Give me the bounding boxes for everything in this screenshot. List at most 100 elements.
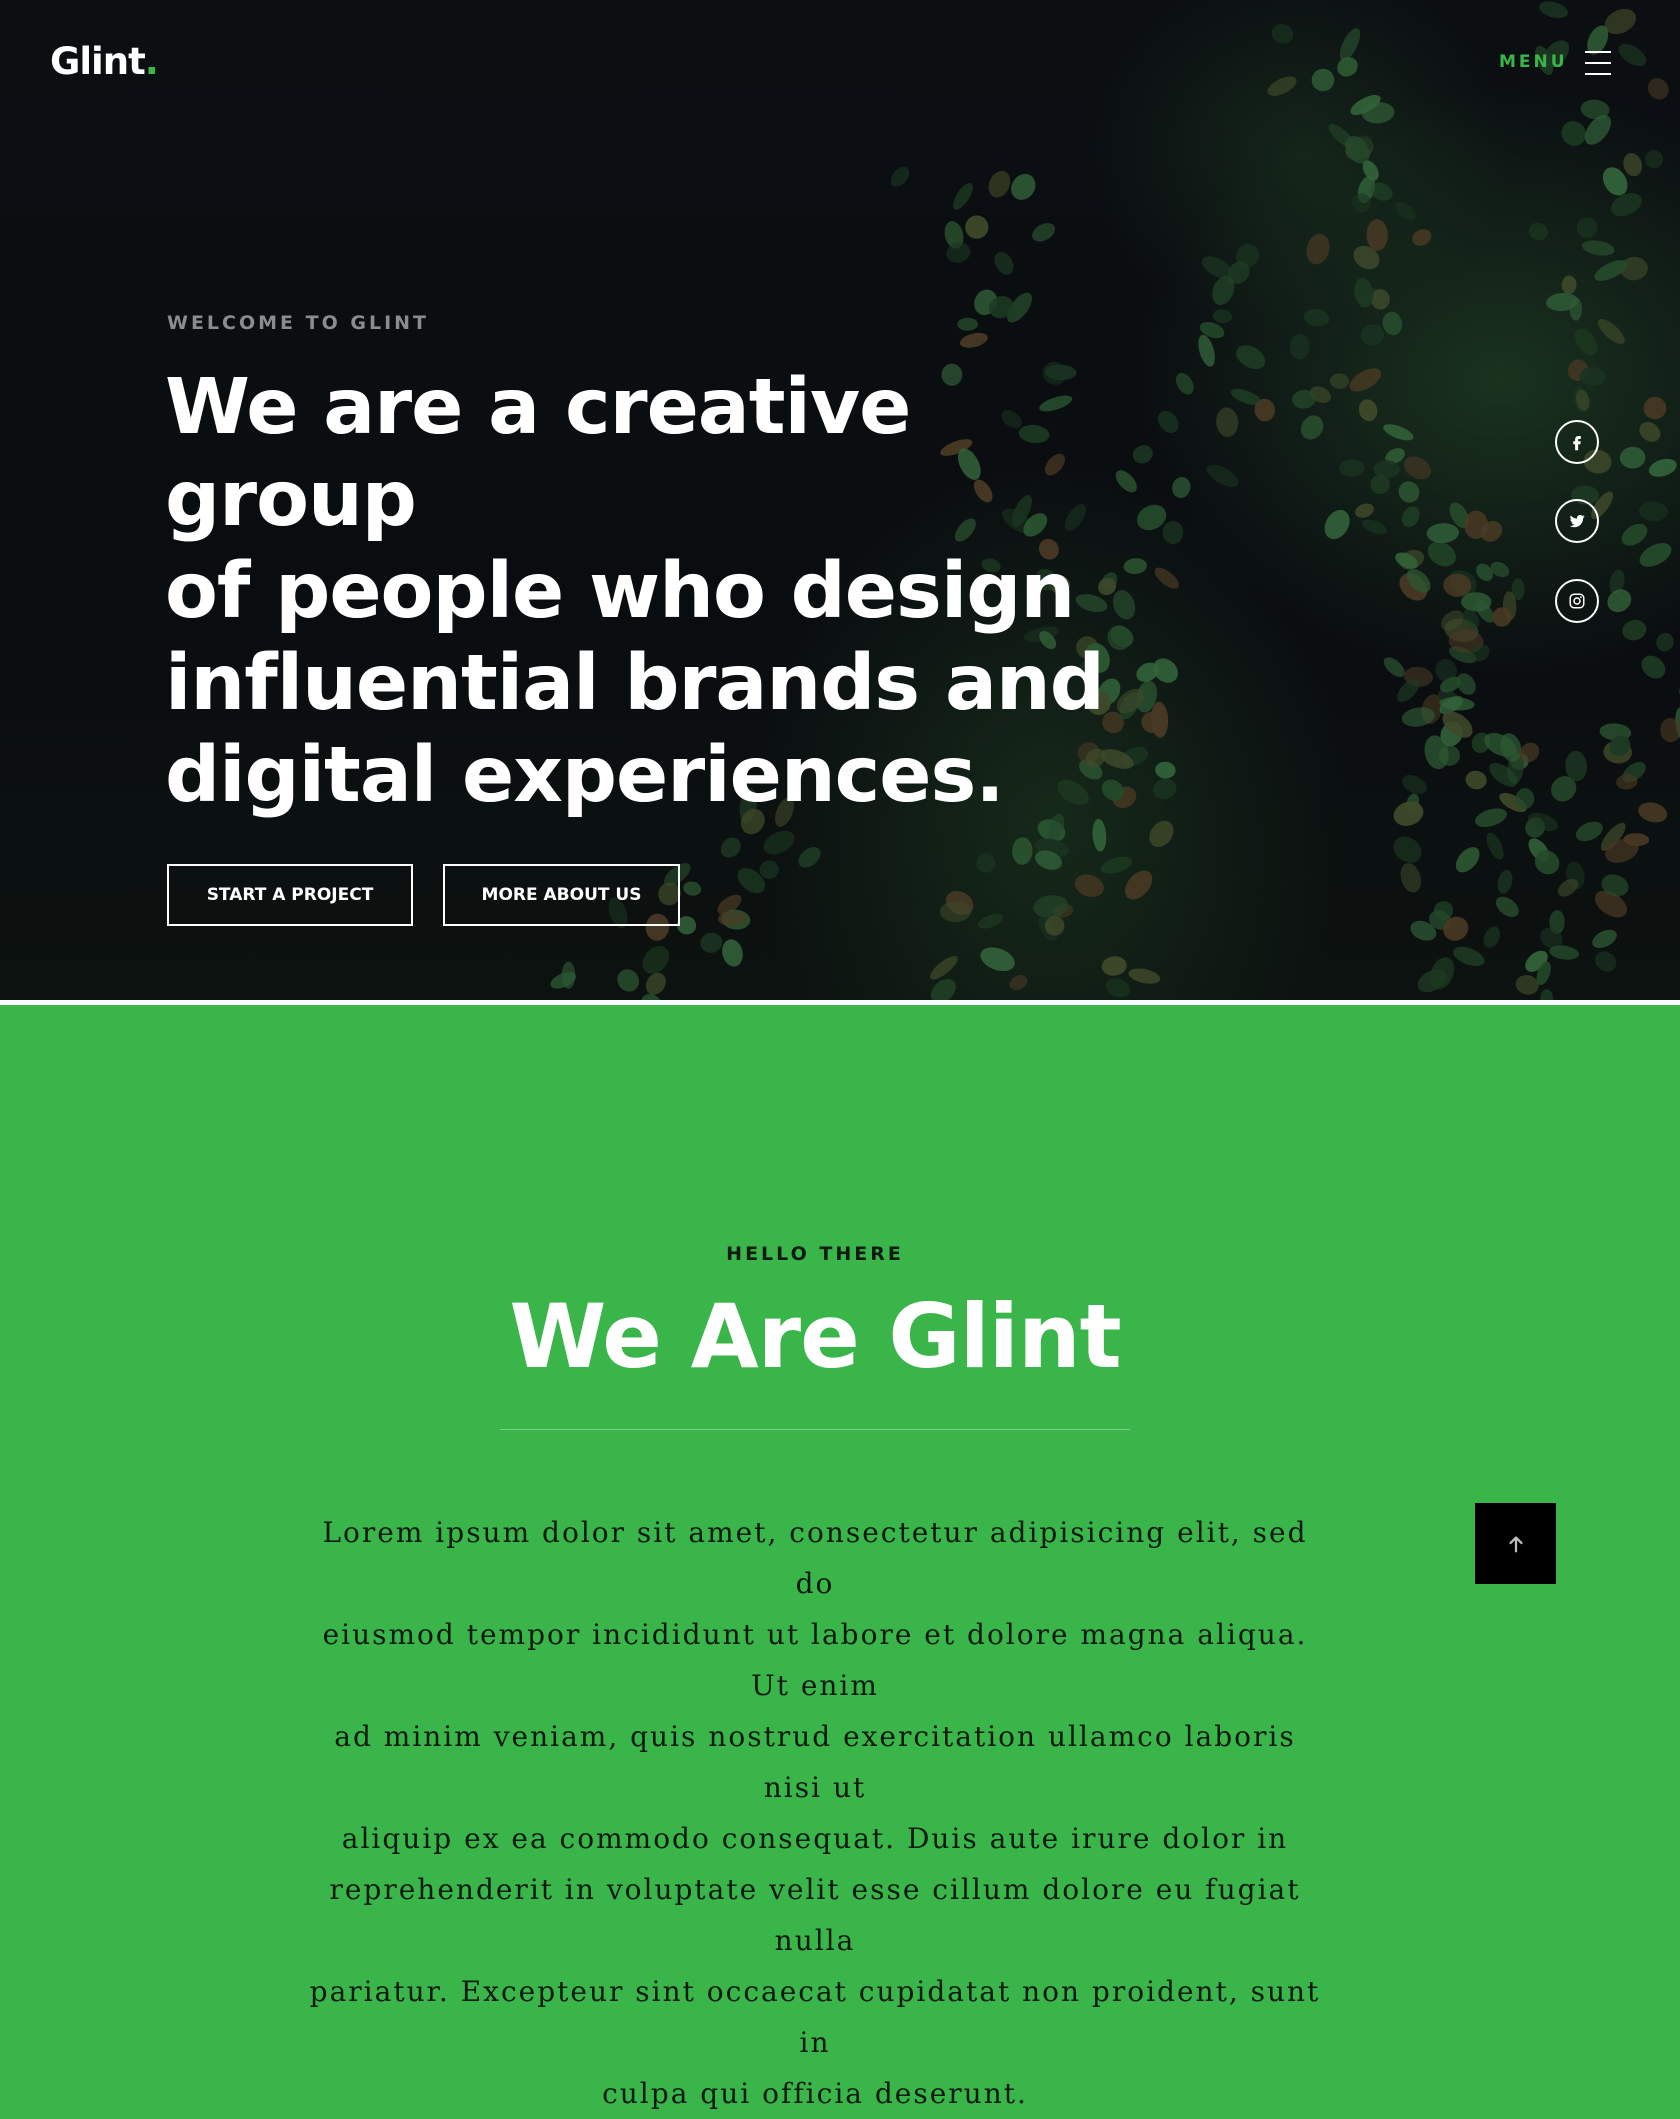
ivy-leaf bbox=[988, 170, 1011, 198]
logo-text: Glint bbox=[50, 40, 146, 83]
ivy-leaf bbox=[1074, 874, 1104, 898]
ivy-leaf bbox=[1393, 801, 1424, 826]
ivy-leaf bbox=[1358, 399, 1378, 422]
ivy-leaf bbox=[1012, 837, 1033, 865]
ivy-leaf bbox=[1349, 368, 1382, 392]
ivy-leaf bbox=[977, 913, 1003, 929]
ivy-leaf bbox=[1032, 223, 1056, 242]
ivy-leaf bbox=[1306, 233, 1330, 265]
ivy-leaf bbox=[1300, 415, 1324, 440]
hero-headline-line: We are a creative group bbox=[165, 363, 911, 544]
ivy-leaf bbox=[700, 932, 723, 953]
about-section: HELLO THERE We Are Glint Lorem ipsum dol… bbox=[0, 1005, 1680, 2110]
ivy-leaf bbox=[1360, 324, 1385, 346]
instagram-link[interactable] bbox=[1555, 579, 1599, 623]
ivy-leaf bbox=[953, 183, 973, 210]
hero-section: Glint. MENU WELCOME TO GLINT We are a cr… bbox=[0, 0, 1680, 1000]
ivy-leaf bbox=[1303, 308, 1330, 327]
ivy-leaf bbox=[1128, 968, 1161, 984]
ivy-leaf bbox=[1206, 464, 1239, 488]
ivy-leaf bbox=[1648, 458, 1677, 477]
ivy-leaf bbox=[1622, 619, 1647, 641]
ivy-leaf bbox=[1576, 217, 1598, 238]
ivy-leaf bbox=[957, 317, 978, 331]
ivy-leaf bbox=[763, 830, 795, 855]
ivy-leaf bbox=[1483, 926, 1501, 948]
facebook-link[interactable] bbox=[1555, 420, 1599, 464]
ivy-leaf bbox=[1455, 847, 1480, 873]
ivy-leaf bbox=[1124, 870, 1153, 900]
ivy-leaf bbox=[976, 853, 996, 873]
ivy-leaf bbox=[1400, 863, 1422, 893]
ivy-leaf bbox=[1539, 1, 1569, 19]
ivy-leaf bbox=[1581, 240, 1615, 256]
about-paragraph-line: culpa qui officia deserunt. bbox=[602, 2077, 1028, 2110]
about-paragraph-line: aliquip ex ea commodo consequat. Duis au… bbox=[341, 1822, 1289, 1855]
about-paragraph: Lorem ipsum dolor sit amet, consectetur … bbox=[305, 1507, 1325, 2119]
ivy-leaf bbox=[1426, 523, 1459, 544]
ivy-leaf bbox=[1393, 836, 1422, 863]
hero-headline-line: influential brands and bbox=[165, 639, 1105, 728]
ivy-leaf bbox=[890, 166, 910, 187]
ivy-leaf bbox=[1395, 202, 1416, 220]
twitter-link[interactable] bbox=[1555, 499, 1599, 543]
about-divider bbox=[500, 1429, 1130, 1430]
ivy-leaf bbox=[1639, 501, 1668, 522]
ivy-leaf bbox=[720, 837, 741, 858]
hero-headline-line: of people who design bbox=[165, 547, 1075, 636]
more-about-us-button[interactable]: MORE ABOUT US bbox=[443, 864, 680, 926]
ivy-leaf bbox=[1621, 523, 1648, 546]
ivy-leaf bbox=[1497, 869, 1513, 894]
ivy-leaf bbox=[1486, 832, 1504, 860]
ivy-leaf bbox=[1574, 328, 1598, 356]
ivy-leaf bbox=[959, 332, 988, 348]
ivy-leaf bbox=[1623, 153, 1643, 177]
about-paragraph-line: ad minim veniam, quis nostrud exercitati… bbox=[334, 1720, 1296, 1804]
ivy-leaf bbox=[1216, 407, 1239, 437]
ivy-leaf bbox=[1105, 978, 1130, 998]
about-eyebrow: HELLO THERE bbox=[726, 1243, 904, 1265]
ivy-leaf bbox=[1100, 856, 1133, 874]
ivy-leaf bbox=[1338, 459, 1365, 477]
ivy-leaf bbox=[1641, 655, 1666, 679]
ivy-leaf bbox=[1162, 521, 1184, 545]
site-logo[interactable]: Glint. bbox=[50, 40, 159, 83]
ivy-leaf bbox=[1355, 503, 1374, 518]
ivy-leaf bbox=[1453, 946, 1485, 967]
ivy-leaf bbox=[1475, 808, 1507, 827]
ivy-leaf bbox=[994, 251, 1014, 275]
ivy-leaf bbox=[1639, 543, 1672, 567]
ivy-leaf bbox=[1236, 345, 1266, 369]
ivy-leaf bbox=[1403, 456, 1432, 480]
ivy-leaf bbox=[1172, 476, 1191, 499]
ivy-leaf bbox=[980, 947, 1015, 972]
facebook-icon bbox=[1573, 436, 1581, 451]
ivy-leaf bbox=[1644, 150, 1664, 169]
ivy-leaf bbox=[1311, 68, 1335, 92]
about-paragraph-line: eiusmod tempor incididunt ut labore et d… bbox=[322, 1618, 1308, 1702]
start-project-button[interactable]: START A PROJECT bbox=[167, 864, 413, 926]
ivy-leaf bbox=[683, 881, 702, 896]
ivy-leaf bbox=[1009, 975, 1028, 991]
ivy-leaf bbox=[1324, 509, 1350, 540]
hero-headline-line: digital experiences. bbox=[165, 731, 1005, 820]
ivy-leaf bbox=[798, 847, 821, 868]
menu-label[interactable]: MENU bbox=[1499, 52, 1568, 72]
ivy-leaf bbox=[645, 972, 666, 995]
ivy-leaf bbox=[1101, 956, 1127, 976]
back-to-top-button[interactable] bbox=[1475, 1503, 1556, 1584]
ivy-leaf bbox=[1660, 718, 1680, 743]
instagram-icon bbox=[1569, 593, 1585, 609]
ivy-leaf bbox=[1366, 219, 1388, 251]
ivy-leaf bbox=[1656, 632, 1674, 652]
hamburger-menu-icon[interactable] bbox=[1585, 51, 1611, 77]
ivy-leaf bbox=[1569, 297, 1583, 321]
ivy-leaf bbox=[1362, 519, 1388, 535]
about-paragraph-line: Lorem ipsum dolor sit amet, consectetur … bbox=[322, 1516, 1308, 1600]
hero-headline: We are a creative group of people who de… bbox=[165, 362, 1165, 822]
ivy-leaf bbox=[1595, 951, 1617, 972]
ivy-leaf bbox=[1607, 589, 1632, 613]
logo-dot: . bbox=[144, 40, 159, 83]
ivy-leaf bbox=[1092, 818, 1107, 852]
ivy-leaf bbox=[929, 955, 958, 980]
